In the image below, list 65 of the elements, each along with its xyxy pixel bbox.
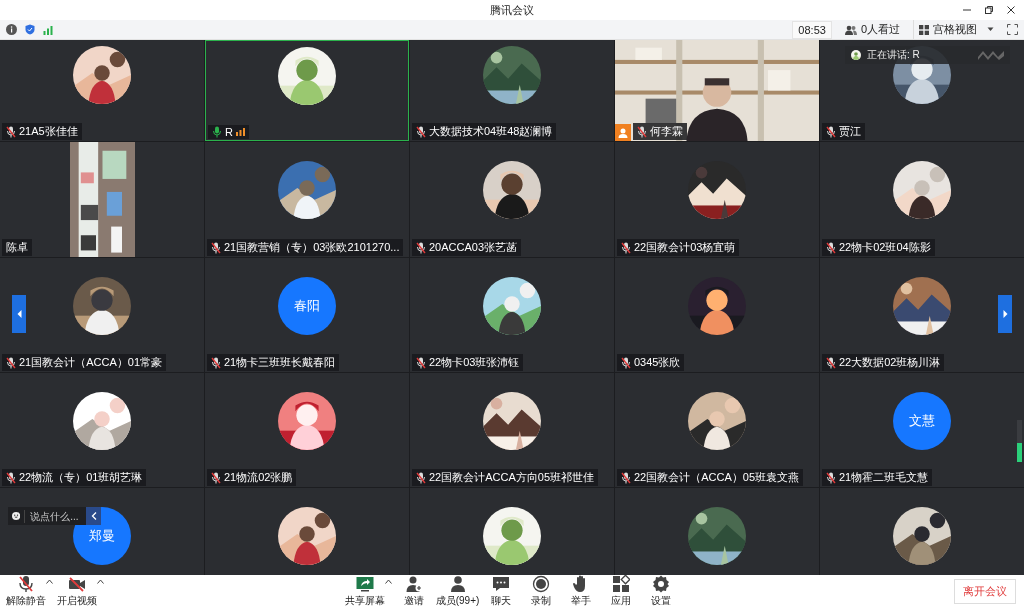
next-page-button[interactable] bbox=[998, 295, 1012, 333]
participant-name: 21A5张佳佳 bbox=[19, 124, 78, 139]
previous-page-button[interactable] bbox=[12, 295, 26, 333]
chat-input-field[interactable]: 说点什么... bbox=[8, 507, 101, 525]
participant-name: 贾江 bbox=[839, 124, 861, 139]
muted-mic-icon bbox=[17, 575, 35, 593]
meeting-time: 08:53 bbox=[792, 20, 832, 39]
participant-name: 21国教会计（ACCA）01常豪 bbox=[19, 355, 163, 370]
participant-name: 22国教会计03杨宜萌 bbox=[634, 240, 736, 255]
speaking-text: 正在讲话: R bbox=[867, 48, 921, 62]
info-icon[interactable] bbox=[6, 24, 17, 35]
chevron-left-icon bbox=[90, 512, 97, 520]
raised-hand-button[interactable]: 举手 bbox=[563, 575, 600, 607]
participant-name: R bbox=[225, 126, 233, 138]
caret-icon bbox=[987, 27, 994, 32]
participant-name: 22大数据02班杨川淋 bbox=[839, 355, 941, 370]
participant-name: 大数据技术04班48赵澜博 bbox=[429, 124, 553, 139]
participant-name: 22物卡03班张沛钰 bbox=[429, 355, 520, 370]
participant-name: 21物卡三班班长戴春阳 bbox=[224, 355, 336, 370]
fullscreen-icon[interactable] bbox=[1007, 24, 1018, 35]
view-mode-button[interactable]: 宫格视图 bbox=[913, 20, 999, 39]
restore-icon[interactable] bbox=[984, 5, 994, 15]
participant-name: 22国教会计ACCA方向05班祁世佳 bbox=[429, 470, 595, 485]
apps-icon bbox=[612, 575, 631, 593]
muted-camera-icon bbox=[68, 575, 86, 593]
logo-icon bbox=[978, 50, 1004, 60]
apps-button[interactable]: 应用 bbox=[603, 575, 640, 607]
participant-name: 21物霍二班毛文慧 bbox=[839, 470, 929, 485]
people-icon bbox=[844, 24, 857, 35]
participant-name: 21物流02张鹏 bbox=[224, 470, 293, 485]
participant-name: 何李霖 bbox=[650, 124, 683, 139]
signal-icon bbox=[235, 128, 245, 136]
muted-camera-button[interactable]: 开启视频 bbox=[57, 575, 97, 607]
participant-name: 21国教营销（专）03张欧2101270... bbox=[224, 240, 400, 255]
caret-icon[interactable] bbox=[97, 579, 104, 584]
volume-meter bbox=[1017, 420, 1022, 462]
share-screen-button[interactable]: 共享屏幕 bbox=[344, 575, 385, 607]
emoji-icon[interactable] bbox=[12, 511, 21, 521]
leave-meeting-button[interactable]: 离开会议 bbox=[954, 579, 1016, 604]
participant-name: 20ACCA03张艺菡 bbox=[429, 240, 518, 255]
shield-icon[interactable] bbox=[25, 24, 35, 35]
members-icon bbox=[448, 575, 467, 593]
record-button[interactable]: 录制 bbox=[523, 575, 560, 607]
avatar-initials: 文慧 bbox=[893, 392, 951, 450]
grid-icon bbox=[919, 24, 929, 35]
record-icon bbox=[532, 575, 551, 593]
collapse-button[interactable] bbox=[86, 507, 101, 525]
participant-name: 22物流（专）01班胡艺琳 bbox=[19, 470, 143, 485]
arrow-right-icon bbox=[1002, 310, 1008, 318]
window-title: 腾讯会议 bbox=[490, 2, 534, 18]
arrow-left-icon bbox=[16, 310, 22, 318]
settings-button[interactable]: 设置 bbox=[643, 575, 680, 607]
caret-icon[interactable] bbox=[46, 579, 53, 584]
add-person-button[interactable]: 邀请 bbox=[395, 575, 432, 607]
close-icon[interactable] bbox=[1006, 5, 1016, 15]
participant-name: 0345张欣 bbox=[634, 355, 681, 370]
participant-name: 22物卡02班04陈影 bbox=[839, 240, 931, 255]
participant-name: 陈卓 bbox=[6, 240, 28, 255]
members-button[interactable]: 成员(99+) bbox=[435, 575, 480, 607]
participant-name: 22国教会计（ACCA）05班袁文燕 bbox=[634, 470, 800, 485]
avatar-initials: 春阳 bbox=[278, 277, 336, 335]
chat-button[interactable]: 聊天 bbox=[483, 575, 520, 607]
muted-mic-button[interactable]: 解除静音 bbox=[6, 575, 46, 607]
viewers-button[interactable]: 0人看过 bbox=[839, 20, 905, 39]
caret-icon[interactable] bbox=[384, 579, 392, 584]
